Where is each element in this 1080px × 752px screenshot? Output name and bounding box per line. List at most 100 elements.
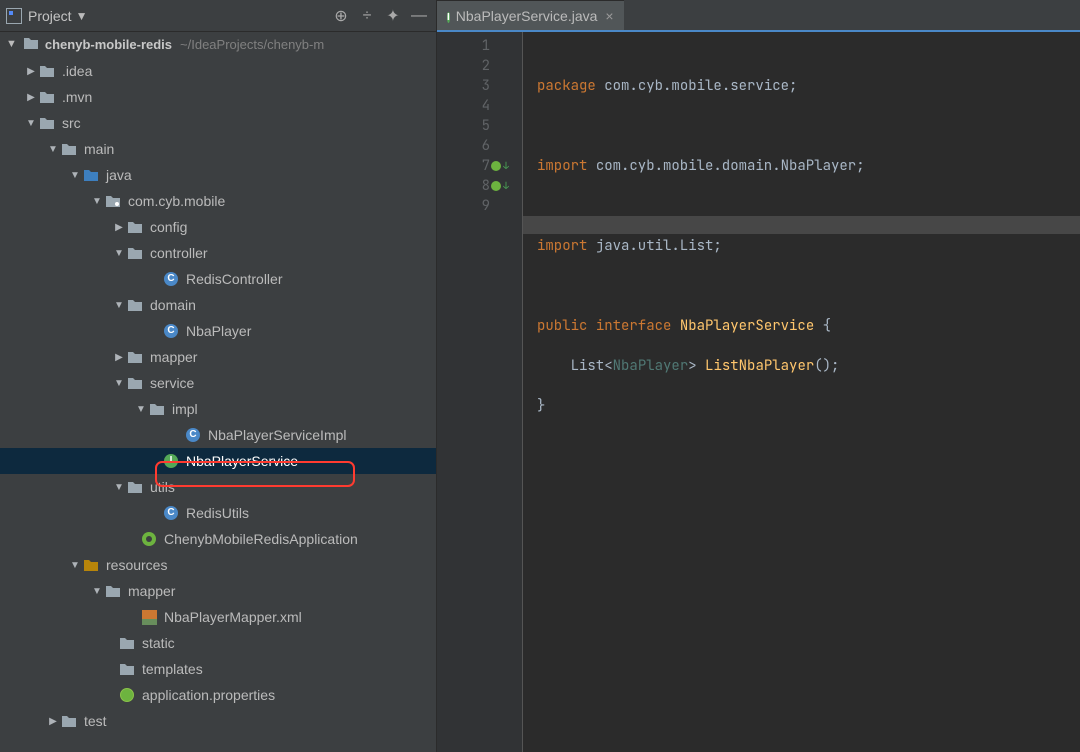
tree-label: resources bbox=[106, 557, 167, 573]
keyword: import bbox=[537, 237, 587, 255]
import-path: com.cyb.mobile.domain.NbaPlayer bbox=[596, 157, 856, 175]
interface-icon: I bbox=[447, 7, 450, 25]
tree-item-nba-player[interactable]: ▶ C NbaPlayer bbox=[0, 318, 436, 344]
tree-item-app-properties[interactable]: ▶ application.properties bbox=[0, 682, 436, 708]
resources-folder-icon bbox=[82, 556, 100, 574]
close-icon[interactable]: × bbox=[605, 8, 613, 24]
tree-item-templates[interactable]: ▶ templates bbox=[0, 656, 436, 682]
keyword: package bbox=[537, 77, 596, 95]
tree-item-test[interactable]: ▶ test bbox=[0, 708, 436, 734]
has-implementation-icon[interactable] bbox=[491, 161, 501, 171]
sidebar-header: Project ▼ ⊕ ÷ ✦ — bbox=[0, 0, 436, 32]
tree-item-nba-player-service[interactable]: ▶ I NbaPlayerService bbox=[0, 448, 436, 474]
chevron-down-icon: ▼ bbox=[112, 300, 126, 311]
tree-label: utils bbox=[150, 479, 175, 495]
tree-item-resources[interactable]: ▼ resources bbox=[0, 552, 436, 578]
tree-item-redis-controller[interactable]: ▶ C RedisController bbox=[0, 266, 436, 292]
package-icon bbox=[148, 400, 166, 418]
tree-label: .idea bbox=[62, 63, 92, 79]
project-tree: ▶ .idea ▶ .mvn ▼ src ▼ main bbox=[0, 56, 436, 752]
project-folder-icon bbox=[23, 36, 39, 52]
class-icon: C bbox=[184, 426, 202, 444]
tree-label: RedisController bbox=[186, 271, 282, 287]
xml-file-icon bbox=[140, 608, 158, 626]
tree-item-service[interactable]: ▼ service bbox=[0, 370, 436, 396]
type: List bbox=[571, 357, 605, 375]
tree-item-package[interactable]: ▼ com.cyb.mobile bbox=[0, 188, 436, 214]
tree-label: NbaPlayerService bbox=[186, 453, 298, 469]
chevron-down-icon: ▼ bbox=[112, 482, 126, 493]
folder-icon bbox=[60, 712, 78, 730]
interface-icon: I bbox=[162, 452, 180, 470]
tree-item-mapper-dir[interactable]: ▼ mapper bbox=[0, 578, 436, 604]
generic-type: NbaPlayer bbox=[613, 357, 689, 375]
tree-item-nba-player-service-impl[interactable]: ▶ C NbaPlayerServiceImpl bbox=[0, 422, 436, 448]
tree-item-application-class[interactable]: ▶ ChenybMobileRedisApplication bbox=[0, 526, 436, 552]
tree-label: src bbox=[62, 115, 81, 131]
has-implementation-icon[interactable] bbox=[491, 181, 501, 191]
sidebar-title: Project bbox=[28, 8, 72, 24]
gear-icon[interactable]: ✦ bbox=[382, 5, 404, 27]
editor-tab-nba-player-service[interactable]: I NbaPlayerService.java × bbox=[437, 0, 624, 30]
tree-label: main bbox=[84, 141, 114, 157]
tree-item-controller[interactable]: ▼ controller bbox=[0, 240, 436, 266]
tree-item-mapper[interactable]: ▶ mapper bbox=[0, 344, 436, 370]
chevron-right-icon: ▶ bbox=[24, 66, 38, 77]
override-down-icon[interactable]: ↓ bbox=[503, 156, 509, 176]
tree-item-domain[interactable]: ▼ domain bbox=[0, 292, 436, 318]
chevron-right-icon: ▶ bbox=[24, 92, 38, 103]
chevron-down-icon: ▼ bbox=[6, 38, 17, 50]
package-icon bbox=[126, 348, 144, 366]
chevron-down-icon[interactable]: ▼ bbox=[76, 9, 88, 23]
tree-item-idea[interactable]: ▶ .idea bbox=[0, 58, 436, 84]
editor-tab-bar: I NbaPlayerService.java × bbox=[437, 0, 1080, 32]
line-number: 9 bbox=[437, 196, 514, 216]
chevron-down-icon: ▼ bbox=[68, 170, 82, 181]
tree-item-mvn[interactable]: ▶ .mvn bbox=[0, 84, 436, 110]
chevron-down-icon: ▼ bbox=[46, 144, 60, 155]
chevron-down-icon: ▼ bbox=[112, 378, 126, 389]
folder-icon bbox=[38, 62, 56, 80]
tree-label: ChenybMobileRedisApplication bbox=[164, 531, 358, 547]
tab-filename: NbaPlayerService.java bbox=[456, 8, 598, 24]
hide-icon[interactable]: — bbox=[408, 5, 430, 27]
project-root-row[interactable]: ▼ chenyb-mobile-redis ~/IdeaProjects/che… bbox=[0, 32, 436, 56]
tree-label: test bbox=[84, 713, 107, 729]
tree-label: NbaPlayer bbox=[186, 323, 251, 339]
package-icon bbox=[126, 374, 144, 392]
tree-item-impl[interactable]: ▼ impl bbox=[0, 396, 436, 422]
tree-label: config bbox=[150, 219, 187, 235]
end-of-file-band bbox=[523, 216, 1080, 234]
code-editor[interactable]: 1 2 3 4 5 6 7 8 9 ↓ ↓ package com.cyb.mo… bbox=[437, 32, 1080, 752]
chevron-right-icon: ▶ bbox=[112, 352, 126, 363]
tree-label: java bbox=[106, 167, 132, 183]
tree-item-nba-player-mapper-xml[interactable]: ▶ NbaPlayerMapper.xml bbox=[0, 604, 436, 630]
source-folder-icon bbox=[82, 166, 100, 184]
tree-item-java[interactable]: ▼ java bbox=[0, 162, 436, 188]
line-gutter: 1 2 3 4 5 6 7 8 9 ↓ ↓ bbox=[437, 32, 522, 752]
tree-label: mapper bbox=[128, 583, 175, 599]
folder-icon bbox=[38, 114, 56, 132]
tree-item-config[interactable]: ▶ config bbox=[0, 214, 436, 240]
collapse-icon[interactable]: ÷ bbox=[356, 5, 378, 27]
project-path: ~/IdeaProjects/chenyb-m bbox=[180, 37, 324, 52]
chevron-down-icon: ▼ bbox=[90, 586, 104, 597]
tree-label: domain bbox=[150, 297, 196, 313]
locate-icon[interactable]: ⊕ bbox=[330, 5, 352, 27]
tree-item-redis-utils[interactable]: ▶ C RedisUtils bbox=[0, 500, 436, 526]
tree-label: NbaPlayerMapper.xml bbox=[164, 609, 302, 625]
tree-item-utils[interactable]: ▼ utils bbox=[0, 474, 436, 500]
tree-label: controller bbox=[150, 245, 208, 261]
chevron-down-icon: ▼ bbox=[134, 404, 148, 415]
tree-item-main[interactable]: ▼ main bbox=[0, 136, 436, 162]
keyword: public bbox=[537, 317, 587, 335]
package-path: com.cyb.mobile.service bbox=[604, 77, 789, 95]
tree-label: templates bbox=[142, 661, 203, 677]
code-content[interactable]: package com.cyb.mobile.service; import c… bbox=[522, 32, 1080, 752]
override-down-icon[interactable]: ↓ bbox=[503, 176, 509, 196]
folder-icon bbox=[60, 140, 78, 158]
tree-item-src[interactable]: ▼ src bbox=[0, 110, 436, 136]
chevron-right-icon: ▶ bbox=[112, 222, 126, 233]
class-icon: C bbox=[162, 504, 180, 522]
tree-item-static[interactable]: ▶ static bbox=[0, 630, 436, 656]
